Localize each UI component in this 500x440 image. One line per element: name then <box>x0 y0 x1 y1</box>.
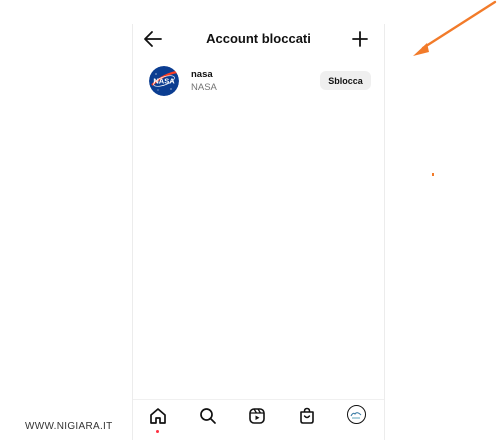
bottom-navigation <box>133 399 384 440</box>
nasa-logo-text: NASA <box>153 77 175 86</box>
watermark: WWW.NIGIARA.IT <box>25 421 113 432</box>
notification-dot <box>156 430 159 433</box>
home-icon <box>150 408 166 424</box>
avatar[interactable]: NASA <box>149 66 179 96</box>
profile-picture-icon <box>350 412 362 419</box>
username[interactable]: nasa <box>191 69 213 80</box>
plus-icon <box>352 31 368 47</box>
nav-reels[interactable] <box>247 406 267 426</box>
reels-icon <box>249 408 265 424</box>
unblock-button[interactable]: Sblocca <box>320 71 371 90</box>
profile-avatar[interactable] <box>347 405 366 424</box>
nav-shop[interactable] <box>297 406 317 426</box>
page-title: Account bloccati <box>206 31 311 46</box>
blocked-accounts-screen: Account bloccati NASA nasa NASA Sblocca <box>132 24 385 440</box>
blocked-account-row[interactable]: NASA nasa NASA Sblocca <box>133 64 384 100</box>
nasa-logo-icon: NASA <box>149 66 179 96</box>
header: Account bloccati <box>133 24 384 54</box>
annotation-arrow-icon <box>413 0 497 56</box>
nav-home[interactable] <box>148 406 168 426</box>
shop-icon <box>300 407 314 424</box>
full-name: NASA <box>191 82 217 93</box>
annotation-mark <box>432 173 434 176</box>
nav-search[interactable] <box>198 406 218 426</box>
add-button[interactable] <box>351 30 369 48</box>
search-icon <box>200 408 216 424</box>
